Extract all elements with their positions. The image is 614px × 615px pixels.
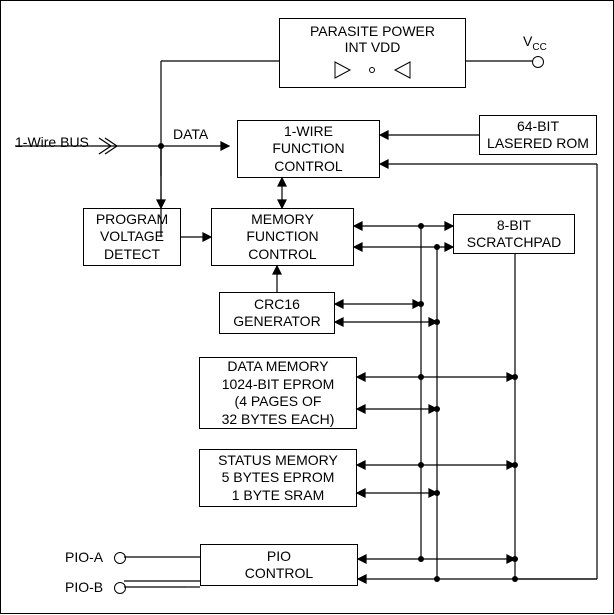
program-voltage-detect-block: PROGRAM VOLTAGE DETECT <box>83 208 181 266</box>
lasered-rom-block: 64-BIT LASERED ROM <box>479 115 597 155</box>
vcc-pin <box>532 56 544 68</box>
pio-a-label: PIO-A <box>65 549 103 565</box>
vcc-label: VCC <box>523 33 547 53</box>
pio-b-label: PIO-B <box>65 579 103 595</box>
parasite-line2: INT VDD <box>280 39 465 55</box>
data-label: DATA <box>173 126 208 142</box>
pio-b-pin <box>114 582 126 594</box>
pio-a-pin <box>114 552 126 564</box>
parasite-power-block: PARASITE POWER INT VDD <box>279 18 466 88</box>
memory-function-control-block: MEMORY FUNCTION CONTROL <box>211 208 354 266</box>
block-diagram-frame: 1-Wire BUS DATA VCC PIO-A PIO-B PARASITE… <box>0 0 614 614</box>
crc16-block: CRC16 GENERATOR <box>219 292 335 334</box>
status-memory-block: STATUS MEMORY 5 BYTES EPROM 1 BYTE SRAM <box>199 449 357 507</box>
scratchpad-block: 8-BIT SCRATCHPAD <box>453 214 575 254</box>
pio-control-block: PIO CONTROL <box>200 544 358 586</box>
parasite-line1: PARASITE POWER <box>280 23 465 39</box>
bus-label: 1-Wire BUS <box>15 134 89 150</box>
wire-function-control-block: 1-WIRE FUNCTION CONTROL <box>237 120 380 178</box>
data-memory-block: DATA MEMORY 1024-BIT EPROM (4 PAGES OF 3… <box>199 357 357 429</box>
